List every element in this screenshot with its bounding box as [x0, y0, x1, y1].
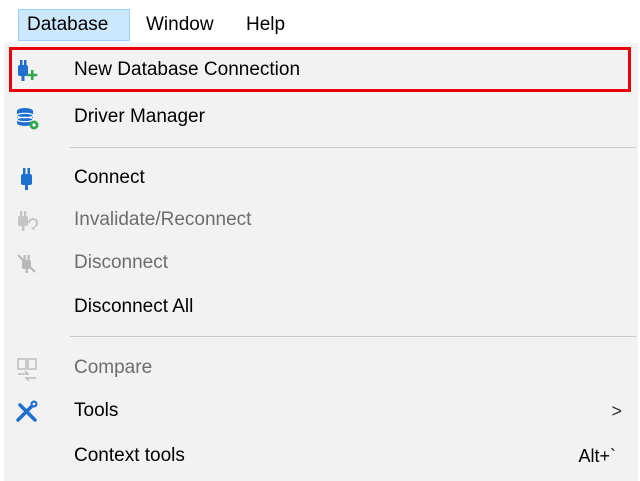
compare-icon	[14, 356, 40, 382]
submenu-arrow-icon: >	[611, 401, 622, 421]
tools-icon	[14, 399, 40, 425]
menu-item-label: Tools	[74, 400, 119, 421]
menu-item-label: Invalidate/Reconnect	[74, 209, 252, 230]
menu-item-label: Disconnect	[74, 252, 168, 273]
menu-item-invalidate-reconnect[interactable]: Invalidate/Reconnect	[4, 198, 638, 242]
menu-item-label: Context tools	[74, 445, 185, 466]
menu-bar: Database Window Help	[0, 0, 640, 44]
menu-item-disconnect-all[interactable]: Disconnect All	[4, 285, 638, 329]
menu-database[interactable]: Database	[18, 9, 130, 41]
menu-item-connect[interactable]: Connect	[4, 156, 638, 200]
plug-plus-icon	[14, 58, 40, 84]
menu-item-label: Connect	[74, 167, 145, 188]
database-dropdown-menu: New Database Connection Driver Manager C…	[4, 43, 638, 481]
plug-icon	[14, 166, 40, 192]
database-gear-icon	[14, 105, 40, 131]
menu-item-driver-manager[interactable]: Driver Manager	[4, 95, 638, 139]
unplug-icon	[14, 251, 40, 277]
menu-item-label: Driver Manager	[74, 106, 205, 127]
menu-item-label: Compare	[74, 357, 153, 378]
menu-item-compare[interactable]: Compare	[4, 346, 638, 390]
menu-separator	[70, 336, 636, 337]
menu-item-tools[interactable]: Tools >	[4, 389, 638, 433]
menu-item-label: New Database Connection	[74, 59, 301, 80]
menu-item-new-database-connection[interactable]: New Database Connection	[4, 48, 638, 92]
menu-separator	[70, 147, 636, 148]
menu-help[interactable]: Help	[238, 9, 293, 41]
menu-item-context-tools[interactable]: Context tools Alt+`	[4, 434, 638, 478]
menu-window[interactable]: Window	[138, 9, 222, 41]
plug-refresh-icon	[14, 208, 40, 234]
menu-item-label: Disconnect All	[74, 296, 194, 317]
menu-item-disconnect[interactable]: Disconnect	[4, 241, 638, 285]
shortcut-label: Alt+`	[578, 446, 616, 466]
